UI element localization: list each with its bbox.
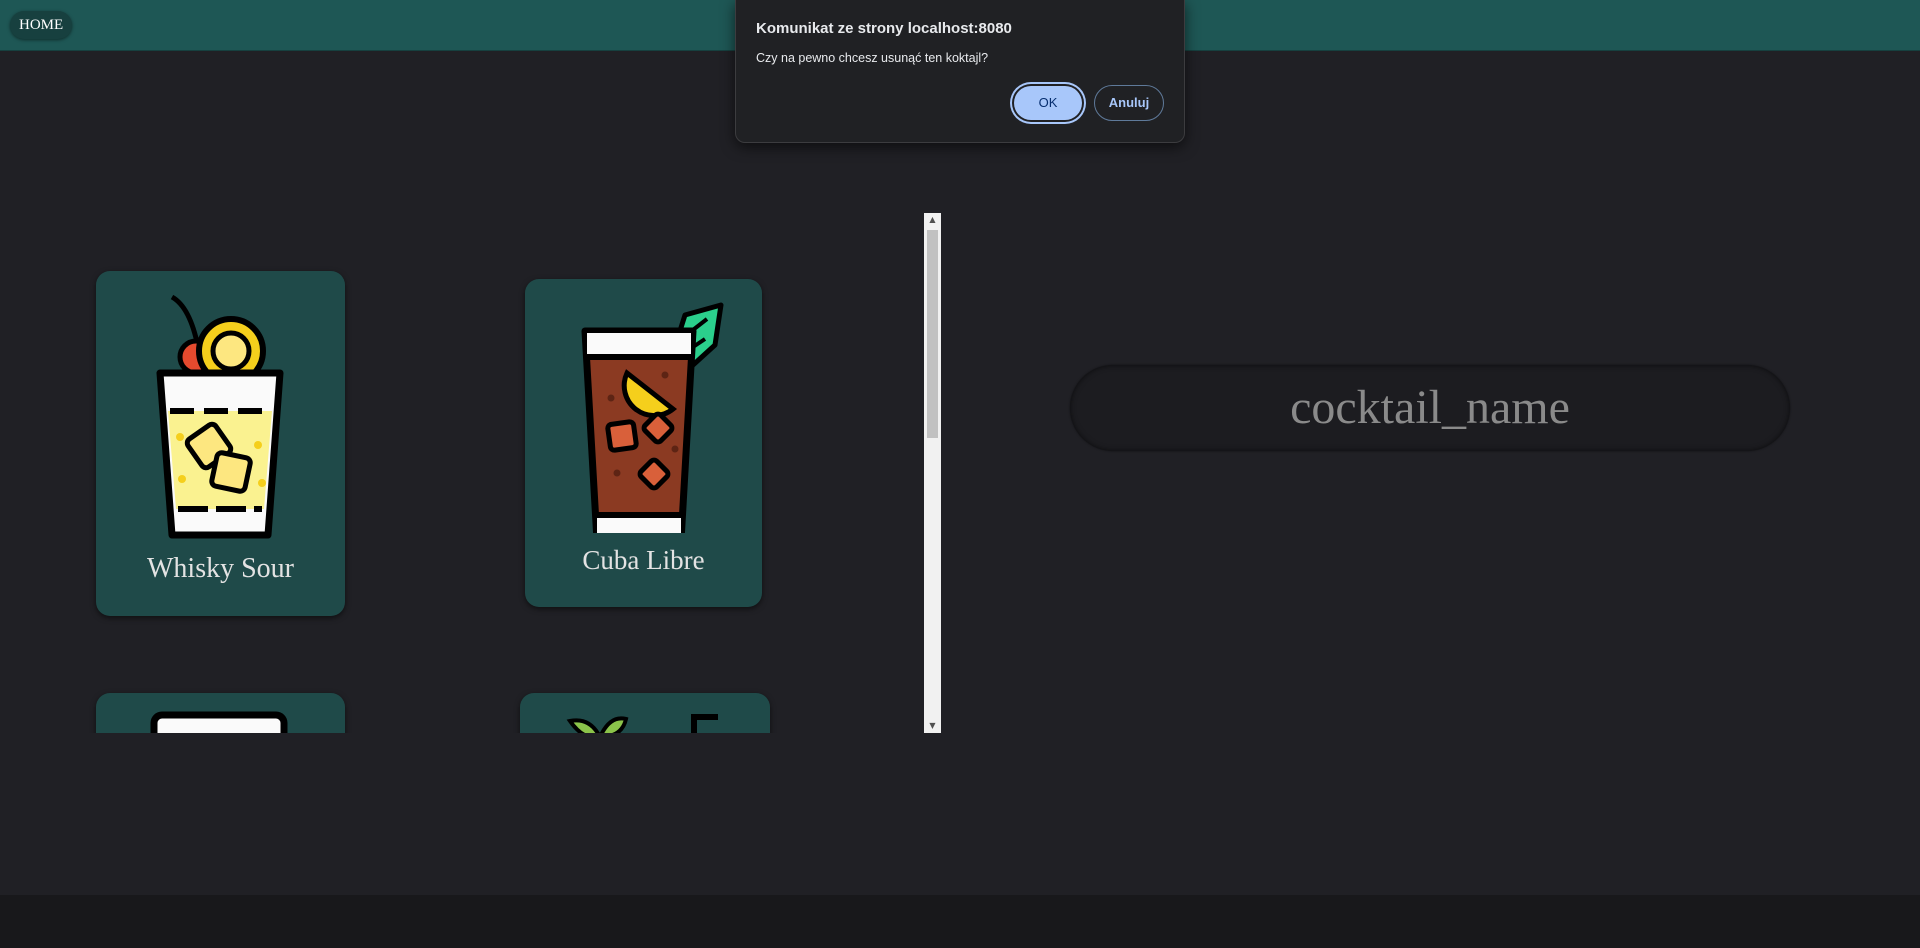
ok-button[interactable]: OK <box>1014 86 1082 120</box>
cocktail-list[interactable]: Whisky Sour Cuba Libre <box>80 213 941 733</box>
cocktail-card-cuba-libre[interactable]: Cuba Libre <box>525 279 762 607</box>
scroll-down-arrow-icon[interactable]: ▼ <box>924 719 941 733</box>
confirm-dialog: Komunikat ze strony localhost:8080 Czy n… <box>735 0 1185 143</box>
cocktail-name-field: cocktail_name <box>1070 365 1790 451</box>
home-button[interactable]: HOME <box>10 11 73 39</box>
cocktail-card[interactable] <box>96 693 345 733</box>
cocktail-card[interactable] <box>520 693 770 733</box>
dialog-title: Komunikat ze strony localhost:8080 <box>756 20 1012 37</box>
mojito-glass-icon <box>566 714 718 733</box>
cocktail-card-whisky-sour[interactable]: Whisky Sour <box>96 271 345 616</box>
scroll-thumb[interactable] <box>927 230 938 438</box>
dialog-message: Czy na pewno chcesz usunąć ten koktajl? <box>756 51 989 65</box>
cocktail-name: Cuba Libre <box>582 545 705 575</box>
cancel-button[interactable]: Anuluj <box>1094 85 1164 121</box>
cocktail-name: Whisky Sour <box>147 553 294 584</box>
footer <box>0 895 1920 948</box>
list-scrollbar[interactable]: ▲ ▼ <box>924 213 941 733</box>
whisky-sour-glass-icon <box>156 294 284 539</box>
cuba-libre-glass-icon <box>581 302 724 533</box>
scroll-up-arrow-icon[interactable]: ▲ <box>924 213 941 227</box>
tall-glass-icon <box>150 711 288 733</box>
